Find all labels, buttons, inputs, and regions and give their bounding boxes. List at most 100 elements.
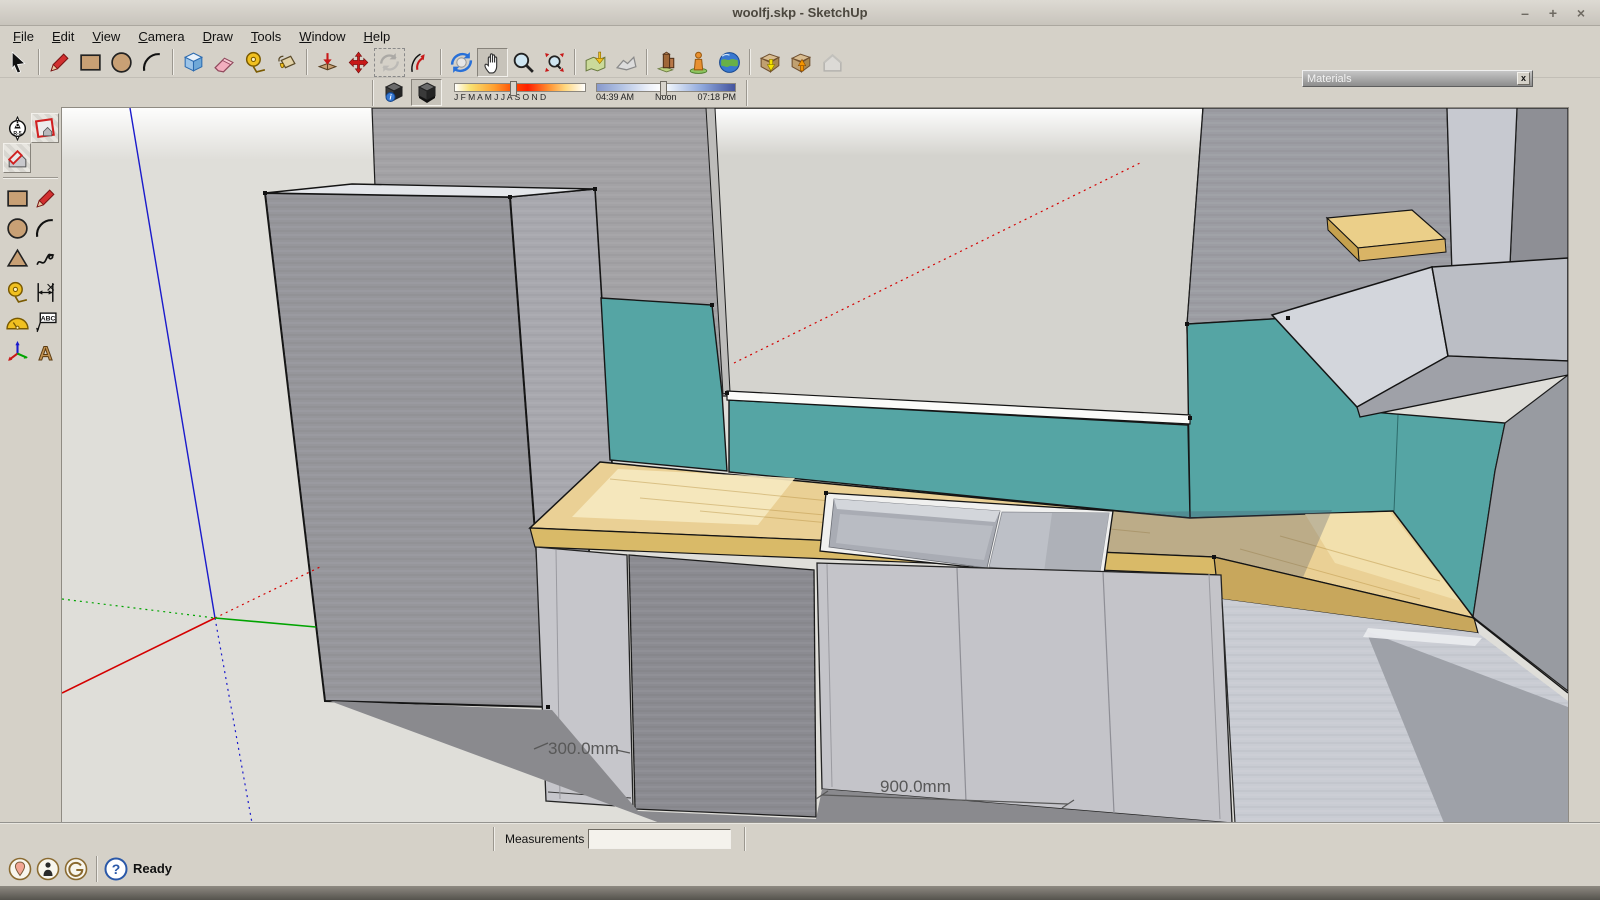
menu-draw[interactable]: Draw (194, 27, 242, 46)
section-plane-button[interactable] (31, 113, 59, 143)
toggle-shadows-button[interactable] (411, 79, 442, 106)
google-earth-button[interactable] (714, 48, 745, 77)
materials-panel-title: Materials (1303, 73, 1517, 85)
add-location-icon (583, 50, 608, 75)
select-tool-button[interactable] (3, 48, 34, 77)
menu-help[interactable]: Help (355, 27, 400, 46)
tape-measure-icon (243, 50, 268, 75)
line-tool-button-left[interactable] (31, 183, 59, 213)
title-bar[interactable]: woolfj.skp - SketchUp – + × (0, 0, 1600, 26)
time-slider-track[interactable] (596, 83, 736, 92)
dimension-900-label: 900.0mm (880, 777, 951, 796)
offset-icon (408, 50, 433, 75)
time-slider-thumb[interactable] (660, 81, 667, 96)
month-slider-labels: J F M A M J J A S O N D (454, 92, 586, 102)
toolbar-separator (440, 49, 442, 75)
shadow-time-slider[interactable]: 04:39 AM Noon 07:18 PM (596, 83, 736, 102)
menu-camera[interactable]: Camera (129, 27, 193, 46)
status-ready-text: Ready (133, 861, 172, 876)
axes-icon (5, 340, 30, 365)
kitchen-scene[interactable]: 300.0mm 900.0mm (62, 108, 1568, 823)
rectangle-tool-button[interactable] (75, 48, 106, 77)
shadow-settings-button[interactable]: i (378, 79, 409, 106)
menu-window[interactable]: Window (290, 27, 354, 46)
polygon-icon (5, 246, 30, 271)
protractor-tool-button[interactable] (3, 307, 31, 337)
svg-text:A: A (38, 342, 52, 364)
circle-tool-button-left[interactable] (3, 213, 31, 243)
make-component-button[interactable] (178, 48, 209, 77)
offset-tool-button[interactable] (405, 48, 436, 77)
arc-tool-button-left[interactable] (31, 213, 59, 243)
orbit-tool-button[interactable] (446, 48, 477, 77)
line-tool-button[interactable] (44, 48, 75, 77)
rectangle-tool-button-left[interactable] (3, 183, 31, 213)
text-tool-button[interactable]: ABC (31, 307, 59, 337)
text-abc-icon: ABC (33, 310, 58, 335)
geolocation-status-icon[interactable] (8, 857, 32, 886)
move-tool-button[interactable] (343, 48, 374, 77)
zoom-tool-button[interactable] (508, 48, 539, 77)
time-start-label: 04:39 AM (596, 92, 634, 102)
paint-bucket-button[interactable] (271, 48, 302, 77)
model-viewport[interactable]: 300.0mm 900.0mm (62, 107, 1568, 822)
toolbar-separator (372, 80, 374, 106)
credits-status-icon[interactable] (64, 857, 88, 886)
pencil-icon (47, 50, 72, 75)
place-model-button[interactable] (683, 48, 714, 77)
zoom-extents-button[interactable] (539, 48, 570, 77)
menu-edit[interactable]: Edit (43, 27, 83, 46)
section-cut-icon (5, 146, 30, 171)
dimension-300-label: 300.0mm (548, 739, 619, 758)
toolbar-separator (306, 49, 308, 75)
month-slider-track[interactable] (454, 83, 586, 92)
eraser-tool-button[interactable] (209, 48, 240, 77)
arc-tool-button[interactable] (137, 48, 168, 77)
rotate-tool-button[interactable] (374, 48, 405, 77)
paint-bucket-icon (274, 50, 299, 75)
wall-column (1447, 108, 1517, 287)
photo-textures-icon (655, 50, 680, 75)
materials-close-button[interactable]: x (1517, 72, 1530, 85)
get-models-button[interactable] (755, 48, 786, 77)
materials-panel-titlebar[interactable]: Materials x (1302, 70, 1533, 87)
dimension-icon (33, 280, 58, 305)
tape-measure-button-left[interactable] (3, 277, 31, 307)
upload-model-button[interactable] (786, 48, 817, 77)
building-maker-button[interactable] (817, 48, 848, 77)
window-controls: – + × (1516, 0, 1590, 26)
add-location-button[interactable] (580, 48, 611, 77)
rotate-icon (377, 50, 402, 75)
tape-measure-button[interactable] (240, 48, 271, 77)
pan-tool-button[interactable] (477, 48, 508, 77)
toggle-terrain-button[interactable] (611, 48, 642, 77)
menu-tools[interactable]: Tools (242, 27, 290, 46)
freehand-tool-button[interactable] (31, 243, 59, 273)
month-slider-thumb[interactable] (510, 81, 517, 96)
shadow-month-slider[interactable]: J F M A M J J A S O N D (454, 83, 586, 102)
rectangle-icon (78, 50, 103, 75)
toolbar-separator (749, 49, 751, 75)
separator (96, 856, 98, 882)
time-end-label: 07:18 PM (697, 92, 736, 102)
photo-textures-button[interactable] (652, 48, 683, 77)
menu-file[interactable]: File (4, 27, 43, 46)
axes-tool-button[interactable] (3, 337, 31, 367)
circle-tool-button[interactable] (106, 48, 137, 77)
maximize-button[interactable]: + (1544, 4, 1562, 22)
claim-credit-status-icon[interactable] (36, 857, 60, 886)
3d-text-tool-button[interactable]: A (31, 337, 59, 367)
svg-text:ABC: ABC (40, 315, 55, 322)
help-icon[interactable]: ? (104, 857, 128, 886)
toolbar-separator (38, 49, 40, 75)
section-cut-button[interactable] (3, 143, 31, 173)
minimize-button[interactable]: – (1516, 4, 1534, 22)
menu-view[interactable]: View (83, 27, 129, 46)
axes-compass-button[interactable]: CR-5 (3, 113, 31, 143)
push-pull-button[interactable] (312, 48, 343, 77)
polygon-tool-button[interactable] (3, 243, 31, 273)
close-button[interactable]: × (1572, 4, 1590, 22)
measurements-input[interactable] (588, 829, 731, 849)
zoom-extents-icon (542, 50, 567, 75)
dimension-tool-button[interactable] (31, 277, 59, 307)
